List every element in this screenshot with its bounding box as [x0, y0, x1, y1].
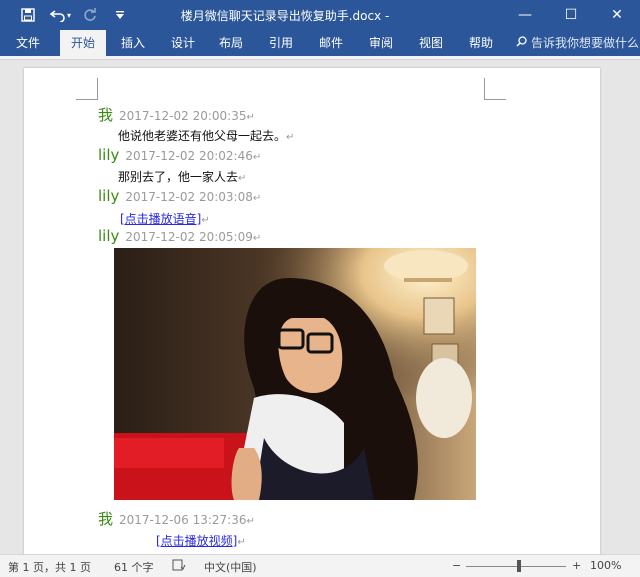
paragraph-mark: ↵ [286, 132, 295, 143]
close-icon: ✕ [611, 7, 623, 23]
sender-name: lily [98, 187, 120, 205]
tab-layout[interactable]: 布局 [210, 30, 252, 56]
tab-review[interactable]: 审阅 [360, 30, 402, 56]
tab-references[interactable]: 引用 [260, 30, 302, 56]
play-video-link[interactable]: [点击播放视频] [156, 534, 237, 548]
tab-view[interactable]: 视图 [410, 30, 452, 56]
language[interactable]: 中文(中国) [204, 559, 257, 575]
message-header: lily 2017-12-02 20:02:46↵ [98, 145, 261, 164]
message-body: 那别去了，他一家人去 [118, 170, 239, 184]
message-header: lily 2017-12-02 20:05:09↵ [98, 226, 261, 245]
message-header: 我 2017-12-06 13:27:36↵ [98, 508, 255, 529]
zoom-out-button[interactable]: − [452, 559, 461, 572]
timestamp: 2017-12-02 20:05:09 [125, 230, 253, 244]
zoom-slider-track[interactable] [466, 566, 566, 567]
page-count[interactable]: 第 1 页，共 1 页 [8, 559, 91, 575]
undo-dropdown-icon[interactable]: ▾ [64, 5, 74, 25]
play-voice-link[interactable]: [点击播放语音] [120, 212, 201, 226]
zoom-in-button[interactable]: + [572, 559, 581, 572]
tab-help[interactable]: 帮助 [458, 30, 504, 56]
timestamp: 2017-12-02 20:03:08 [125, 190, 253, 204]
paragraph-mark: ↵ [201, 215, 210, 226]
customize-icon[interactable] [110, 5, 130, 25]
sender-name: 我 [98, 106, 114, 124]
sender-name: 我 [98, 510, 114, 528]
tab-insert[interactable]: 插入 [112, 30, 154, 56]
minimize-button[interactable]: — [502, 0, 548, 30]
paragraph-mark: ↵ [237, 537, 246, 548]
tab-home[interactable]: 开始 [60, 30, 106, 56]
sender-name: lily [98, 227, 120, 245]
paragraph-mark: ↵ [246, 516, 255, 527]
tab-mailings[interactable]: 邮件 [308, 30, 354, 56]
message-text: 他说他老婆还有他父母一起去。↵ [118, 125, 294, 144]
proofing-icon[interactable] [172, 559, 186, 574]
zoom-level[interactable]: 100% [590, 559, 621, 572]
tell-me-label: 告诉我你想要做什么 [531, 36, 640, 50]
message-text: [点击播放视频]↵ [156, 530, 246, 549]
tell-me-search[interactable]: 告诉我你想要做什么 [516, 30, 639, 56]
maximize-icon: ☐ [564, 7, 578, 23]
document-area[interactable]: 我 2017-12-02 20:00:35↵ 他说他老婆还有他父母一起去。↵ li… [0, 60, 640, 554]
zoom-slider-thumb[interactable] [517, 560, 521, 572]
status-bar: 第 1 页，共 1 页 61 个字 中文(中国) − + 100% [0, 554, 640, 577]
redo-icon[interactable] [80, 5, 100, 25]
ribbon-tabs: 文件 开始 插入 设计 布局 引用 邮件 审阅 视图 帮助 告诉我你想要做什么 [0, 30, 640, 56]
window-title: 楼月微信聊天记录导出恢复助手.docx - [180, 9, 390, 23]
save-icon[interactable] [18, 5, 38, 25]
paragraph-mark: ↵ [246, 112, 255, 123]
message-header: lily 2017-12-02 20:03:08↵ [98, 186, 261, 205]
timestamp: 2017-12-02 20:00:35 [119, 109, 247, 123]
paragraph-mark: ↵ [252, 193, 262, 204]
timestamp: 2017-12-02 20:02:46 [125, 149, 253, 163]
sender-name: lily [98, 146, 120, 164]
search-icon [516, 30, 527, 56]
paragraph-mark: ↵ [252, 152, 262, 163]
maximize-button[interactable]: ☐ [548, 0, 594, 30]
paragraph-mark: ↵ [238, 173, 247, 184]
paragraph-mark: ↵ [252, 233, 262, 244]
word-count[interactable]: 61 个字 [114, 559, 154, 575]
title-bar: ▾ 楼月微信聊天记录导出恢复助手.docx - — ☐ ✕ [0, 0, 640, 30]
chat-photo[interactable] [114, 248, 476, 500]
close-button[interactable]: ✕ [594, 0, 640, 30]
minimize-icon: — [518, 7, 532, 23]
tab-file[interactable]: 文件 [4, 30, 52, 56]
margin-corner-left [76, 78, 98, 100]
message-header: 我 2017-12-02 20:00:35↵ [98, 104, 255, 125]
message-text: 那别去了，他一家人去↵ [118, 166, 246, 185]
timestamp: 2017-12-06 13:27:36 [119, 513, 247, 527]
message-text: [点击播放语音]↵ [120, 208, 210, 227]
document-page[interactable]: 我 2017-12-02 20:00:35↵ 他说他老婆还有他父母一起去。↵ li… [24, 68, 600, 554]
margin-corner-right [484, 78, 506, 100]
message-body: 他说他老婆还有他父母一起去。 [118, 129, 287, 143]
tab-design[interactable]: 设计 [162, 30, 204, 56]
